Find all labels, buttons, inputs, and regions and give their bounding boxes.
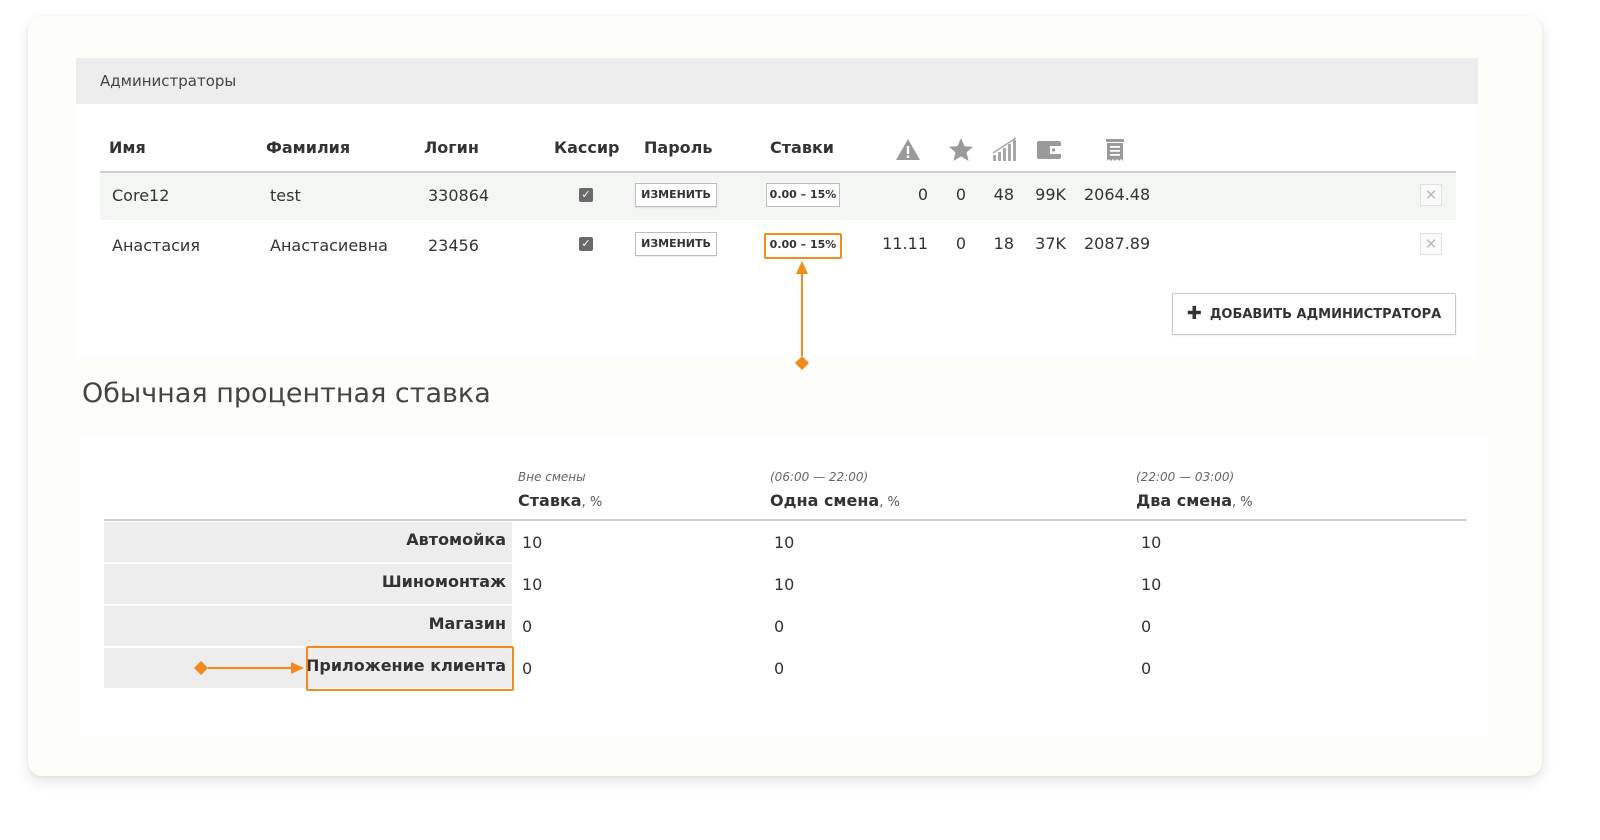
admin-first-name: Анастасия xyxy=(112,236,200,255)
rate-badge-highlighted[interactable]: 0.00 – 15% xyxy=(764,233,842,259)
change-password-button[interactable]: ИЗМЕНИТЬ xyxy=(635,232,717,256)
rate-value-input[interactable]: 0 xyxy=(1141,617,1151,636)
rate-col-unit: , % xyxy=(581,495,603,510)
metric-wallet: 37K xyxy=(1035,234,1066,253)
rate-row-label: Магазин xyxy=(428,614,506,633)
receipt-icon[interactable] xyxy=(1100,135,1130,165)
add-admin-label: ДОБАВИТЬ АДМИНИСТРАТОРА xyxy=(1209,307,1442,322)
cashier-checkbox[interactable]: ✓ xyxy=(579,237,593,251)
admins-panel-title: Администраторы xyxy=(76,58,1478,104)
rate-col-title-text: Одна смена xyxy=(770,491,880,510)
rate-col-title-off-shift: Ставка, % xyxy=(518,491,602,510)
rate-col-title-one-shift: Одна смена, % xyxy=(770,491,900,510)
rate-col-sub-one-shift: (06:00 — 22:00) xyxy=(770,470,869,484)
signal-bars-icon[interactable] xyxy=(990,135,1020,165)
wallet-icon[interactable] xyxy=(1034,135,1064,165)
rate-col-sub-off-shift: Вне смены xyxy=(518,470,586,484)
rate-value-input[interactable]: 10 xyxy=(774,575,794,594)
cashier-checkbox[interactable]: ✓ xyxy=(579,188,593,202)
metric-star: 0 xyxy=(955,234,966,253)
rates-section-title: Обычная процентная ставка xyxy=(82,378,491,409)
rate-value-input[interactable]: 10 xyxy=(1141,533,1161,552)
col-header-cashier[interactable]: Кассир xyxy=(554,138,620,157)
rate-value-input[interactable]: 10 xyxy=(522,533,542,552)
metric-receipt: 2064.48 xyxy=(1084,185,1151,204)
col-header-password[interactable]: Пароль xyxy=(644,138,712,157)
rate-col-title-two-shifts: Два смена, % xyxy=(1136,491,1253,510)
rate-col-sub-two-shifts: (22:00 — 03:00) xyxy=(1136,470,1235,484)
admin-login: 23456 xyxy=(428,236,479,255)
col-header-first-name[interactable]: Имя xyxy=(109,138,146,157)
rate-value-input[interactable]: 10 xyxy=(1141,575,1161,594)
delete-admin-button[interactable]: ✕ xyxy=(1420,233,1442,255)
col-header-last-name[interactable]: Фамилия xyxy=(266,138,350,157)
metric-receipt: 2087.89 xyxy=(1084,234,1151,253)
star-icon[interactable] xyxy=(946,135,976,165)
rate-col-title-text: Два смена xyxy=(1136,491,1233,510)
warning-icon[interactable] xyxy=(893,135,923,165)
metric-star: 0 xyxy=(955,185,966,204)
rate-value-input[interactable]: 0 xyxy=(774,617,784,636)
rate-col-unit: , % xyxy=(1232,495,1253,510)
rate-value-input[interactable]: 0 xyxy=(1141,659,1151,678)
rate-value-input[interactable]: 0 xyxy=(774,659,784,678)
col-header-rates[interactable]: Ставки xyxy=(770,138,834,157)
rate-row-label: Шиномонтаж xyxy=(381,572,506,591)
rate-badge[interactable]: 0.00 – 15% xyxy=(766,183,840,207)
rate-value-input[interactable]: 10 xyxy=(522,575,542,594)
rate-value-input[interactable]: 0 xyxy=(522,659,532,678)
plus-icon: ✚ xyxy=(1186,303,1202,324)
rate-col-title-text: Ставка xyxy=(518,491,582,510)
metric-warning: 0 xyxy=(917,185,928,204)
rate-col-unit: , % xyxy=(879,495,900,510)
rate-value-input[interactable]: 0 xyxy=(522,617,532,636)
metric-signal: 48 xyxy=(993,185,1014,204)
admin-login: 330864 xyxy=(428,186,490,205)
rate-row-label: Автомойка xyxy=(406,530,506,549)
highlight-box xyxy=(306,646,514,691)
metric-signal: 18 xyxy=(993,234,1014,253)
admin-last-name: test xyxy=(270,186,301,205)
col-header-login[interactable]: Логин xyxy=(424,138,479,157)
delete-admin-button[interactable]: ✕ xyxy=(1420,184,1442,206)
admin-last-name: Анастасиевна xyxy=(270,236,388,255)
rate-value-input[interactable]: 10 xyxy=(774,533,794,552)
metric-warning: 11.11 xyxy=(882,234,928,253)
rates-table-header-divider xyxy=(104,519,1466,521)
admin-first-name: Core12 xyxy=(112,186,170,205)
metric-wallet: 99K xyxy=(1035,185,1066,204)
add-admin-button[interactable]: ✚ ДОБАВИТЬ АДМИНИСТРАТОРА xyxy=(1172,293,1456,335)
change-password-button[interactable]: ИЗМЕНИТЬ xyxy=(635,183,717,207)
